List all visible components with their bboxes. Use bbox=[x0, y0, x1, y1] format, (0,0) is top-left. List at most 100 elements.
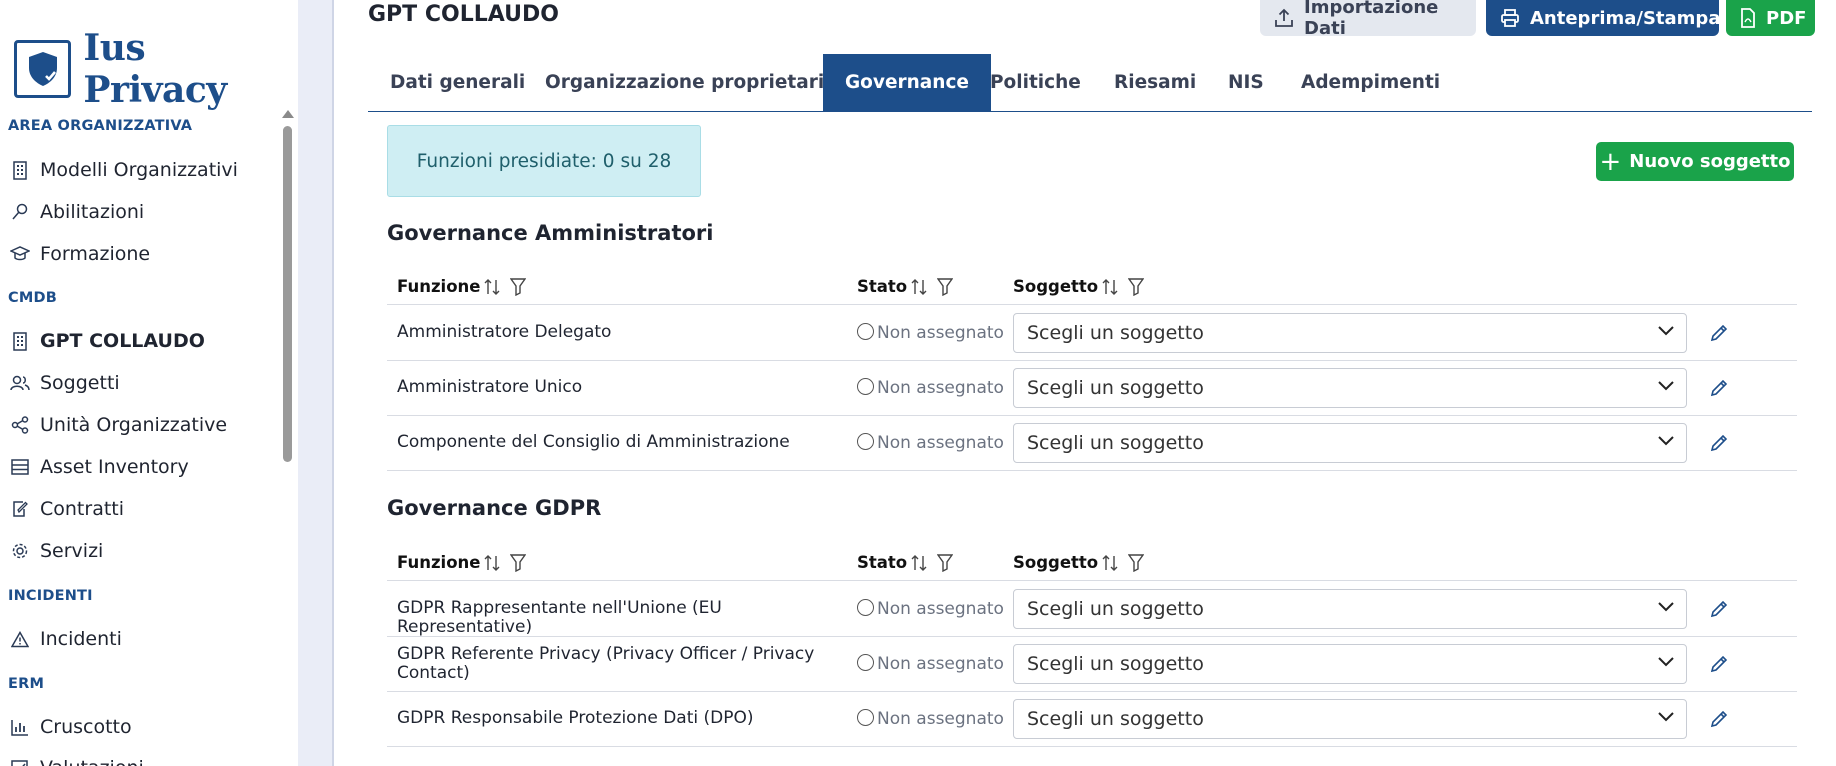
tab-governance[interactable]: Governance bbox=[823, 54, 991, 111]
subject-select[interactable]: Scegli un soggetto bbox=[1013, 589, 1687, 629]
tab-adempimenti[interactable]: Adempimenti bbox=[1279, 54, 1462, 111]
warning-icon bbox=[10, 629, 30, 649]
scroll-up-arrow-icon[interactable] bbox=[282, 110, 294, 118]
tab-politiche[interactable]: Politiche bbox=[968, 54, 1103, 111]
subject-select[interactable]: Scegli un soggetto bbox=[1013, 644, 1687, 684]
column-soggetto: Soggetto bbox=[1013, 277, 1145, 296]
filter-icon[interactable] bbox=[510, 553, 527, 572]
subject-select[interactable]: Scegli un soggetto bbox=[1013, 313, 1687, 353]
section-area-organizzativa: AREA ORGANIZZATIVA bbox=[8, 118, 193, 134]
logo[interactable]: Ius Privacy bbox=[14, 27, 298, 111]
column-stato-label: Stato bbox=[857, 553, 908, 572]
sort-icon[interactable] bbox=[1102, 278, 1118, 296]
sidebar-item-valutazioni[interactable]: Valutazioni bbox=[10, 757, 144, 766]
contract-icon bbox=[10, 499, 30, 519]
sidebar-item-label: Unità Organizzative bbox=[40, 414, 228, 436]
edit-pencil-icon[interactable] bbox=[1709, 599, 1729, 619]
sidebar-item-formazione[interactable]: Formazione bbox=[10, 243, 150, 265]
select-value: Scegli un soggetto bbox=[1027, 432, 1204, 454]
status-radio-icon bbox=[857, 653, 874, 671]
select-value: Scegli un soggetto bbox=[1027, 653, 1204, 675]
sidebar-item-contratti[interactable]: Contratti bbox=[10, 498, 124, 520]
subject-select[interactable]: Scegli un soggetto bbox=[1013, 368, 1687, 408]
checklist-icon bbox=[10, 758, 30, 766]
sidebar-item-modelli-organizzativi[interactable]: Modelli Organizzativi bbox=[10, 159, 238, 181]
sidebar-item-incidenti[interactable]: Incidenti bbox=[10, 628, 122, 650]
new-subject-button[interactable]: + Nuovo soggetto bbox=[1596, 142, 1794, 181]
edit-pencil-icon[interactable] bbox=[1709, 654, 1729, 674]
filter-icon[interactable] bbox=[937, 553, 954, 572]
sidebar-item-label: Cruscotto bbox=[40, 716, 132, 738]
column-soggetto-label: Soggetto bbox=[1013, 553, 1099, 572]
page-title: GPT COLLAUDO bbox=[368, 2, 559, 27]
sort-icon[interactable] bbox=[484, 554, 500, 572]
sidebar-item-cruscotto[interactable]: Cruscotto bbox=[10, 716, 132, 738]
sidebar-item-abilitazioni[interactable]: Abilitazioni bbox=[10, 201, 144, 223]
table-row: Componente del Consiglio di Amministrazi… bbox=[387, 416, 1797, 471]
sort-icon[interactable] bbox=[911, 278, 927, 296]
preview-print-button[interactable]: Anteprima/Stampa bbox=[1486, 0, 1721, 36]
sidebar-item-gpt-collaudo[interactable]: GPT COLLAUDO bbox=[10, 330, 205, 352]
sort-icon[interactable] bbox=[1102, 554, 1118, 572]
sidebar-item-soggetti[interactable]: Soggetti bbox=[10, 372, 120, 394]
status-label: Non assegnato bbox=[877, 654, 1004, 674]
subject-select[interactable]: Scegli un soggetto bbox=[1013, 699, 1687, 739]
filter-icon[interactable] bbox=[1128, 277, 1145, 296]
edit-pencil-icon[interactable] bbox=[1709, 433, 1729, 453]
function-name: Amministratore Unico bbox=[397, 377, 583, 397]
tab-riesami[interactable]: Riesami bbox=[1092, 54, 1218, 111]
section-title-governance-gdpr: Governance GDPR bbox=[387, 496, 602, 520]
sidebar: Ius Privacy AREA ORGANIZZATIVA Modelli O… bbox=[0, 0, 298, 766]
tab-organizzazione-proprietaria[interactable]: Organizzazione proprietaria bbox=[523, 54, 859, 111]
share-nodes-icon bbox=[10, 415, 30, 435]
function-name: GDPR Referente Privacy (Privacy Officer … bbox=[397, 644, 815, 683]
filter-icon[interactable] bbox=[937, 277, 954, 296]
import-data-button[interactable]: Importazione Dati bbox=[1260, 0, 1476, 39]
edit-pencil-icon[interactable] bbox=[1709, 709, 1729, 729]
filter-icon[interactable] bbox=[1128, 553, 1145, 572]
status: Non assegnato bbox=[857, 322, 1004, 343]
pdf-button[interactable]: PDF bbox=[1726, 0, 1815, 36]
tab-dati-generali[interactable]: Dati generali bbox=[368, 54, 547, 111]
chevron-down-icon bbox=[1658, 657, 1674, 667]
sidebar-divider bbox=[298, 0, 334, 766]
sidebar-item-asset-inventory[interactable]: Asset Inventory bbox=[10, 456, 189, 478]
new-subject-label: Nuovo soggetto bbox=[1629, 151, 1791, 172]
section-erm: ERM bbox=[8, 676, 45, 692]
import-data-label: Importazione Dati bbox=[1304, 0, 1439, 39]
sidebar-item-label: Abilitazioni bbox=[40, 201, 145, 223]
sidebar-item-label: Incidenti bbox=[40, 628, 122, 650]
building-icon bbox=[10, 331, 30, 351]
scrollbar-thumb[interactable] bbox=[283, 126, 292, 462]
section-title-governance-amministratori: Governance Amministratori bbox=[387, 221, 714, 245]
subject-select[interactable]: Scegli un soggetto bbox=[1013, 423, 1687, 463]
column-soggetto-label: Soggetto bbox=[1013, 277, 1099, 296]
status-label: Non assegnato bbox=[877, 323, 1004, 343]
preview-print-label: Anteprima/Stampa bbox=[1530, 7, 1721, 29]
chevron-down-icon bbox=[1658, 602, 1674, 612]
column-stato-label: Stato bbox=[857, 277, 908, 296]
status-label: Non assegnato bbox=[877, 378, 1004, 398]
select-value: Scegli un soggetto bbox=[1027, 322, 1204, 344]
status: Non assegnato bbox=[857, 708, 1004, 729]
filter-icon[interactable] bbox=[510, 277, 527, 296]
function-name: GDPR Rappresentante nell'Unione (EU Repr… bbox=[397, 598, 722, 637]
table-row: Amministratore Unico Non assegnato Scegl… bbox=[387, 361, 1797, 416]
status-radio-icon bbox=[857, 432, 874, 450]
sidebar-item-servizi[interactable]: Servizi bbox=[10, 540, 103, 562]
select-value: Scegli un soggetto bbox=[1027, 598, 1204, 620]
plus-icon: + bbox=[1599, 146, 1622, 177]
sort-icon[interactable] bbox=[484, 278, 500, 296]
gear-icon bbox=[10, 541, 30, 561]
tab-nis[interactable]: NIS bbox=[1206, 54, 1286, 111]
sidebar-item-unita-organizzative[interactable]: Unità Organizzative bbox=[10, 414, 227, 436]
status-radio-icon bbox=[857, 322, 874, 340]
edit-pencil-icon[interactable] bbox=[1709, 323, 1729, 343]
sort-icon[interactable] bbox=[911, 554, 927, 572]
sidebar-item-label: Valutazioni bbox=[40, 757, 144, 766]
server-icon bbox=[10, 457, 30, 477]
table-row: Amministratore Delegato Non assegnato Sc… bbox=[387, 306, 1797, 361]
sidebar-scrollbar[interactable] bbox=[282, 110, 294, 766]
edit-pencil-icon[interactable] bbox=[1709, 378, 1729, 398]
status: Non assegnato bbox=[857, 432, 1004, 453]
